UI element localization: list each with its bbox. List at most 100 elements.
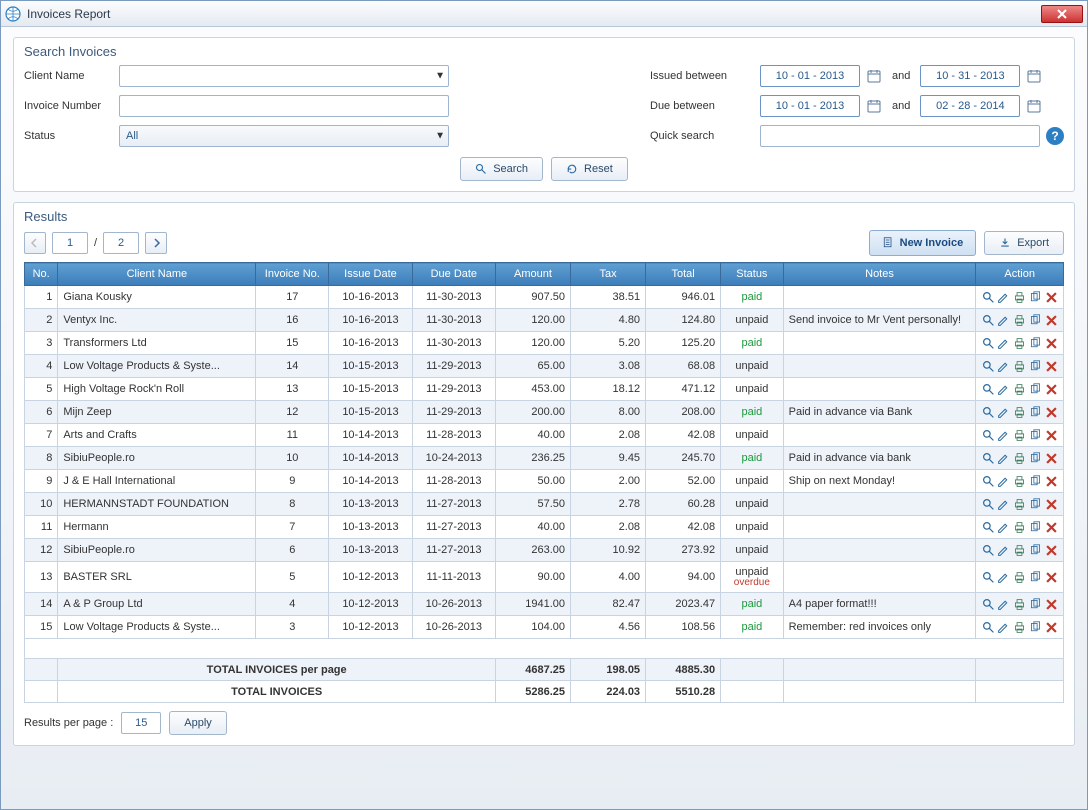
delete-icon[interactable] (1044, 405, 1058, 419)
edit-icon[interactable] (997, 428, 1011, 442)
edit-icon[interactable] (997, 451, 1011, 465)
edit-icon[interactable] (997, 336, 1011, 350)
copy-icon[interactable] (1029, 382, 1043, 396)
print-icon[interactable] (1013, 474, 1027, 488)
print-icon[interactable] (1013, 336, 1027, 350)
calendar-icon[interactable] (866, 98, 882, 114)
print-icon[interactable] (1013, 620, 1027, 634)
print-icon[interactable] (1013, 290, 1027, 304)
table-row[interactable]: 13 BASTER SRL 5 10-12-2013 11-11-2013 90… (25, 562, 1064, 593)
view-icon[interactable] (981, 451, 995, 465)
delete-icon[interactable] (1044, 520, 1058, 534)
table-row[interactable]: 12 SibiuPeople.ro 6 10-13-2013 11-27-201… (25, 539, 1064, 562)
table-row[interactable]: 2 Ventyx Inc. 16 10-16-2013 11-30-2013 1… (25, 309, 1064, 332)
copy-icon[interactable] (1029, 336, 1043, 350)
delete-icon[interactable] (1044, 570, 1058, 584)
table-row[interactable]: 8 SibiuPeople.ro 10 10-14-2013 10-24-201… (25, 447, 1064, 470)
print-icon[interactable] (1013, 570, 1027, 584)
delete-icon[interactable] (1044, 290, 1058, 304)
table-row[interactable]: 7 Arts and Crafts 11 10-14-2013 11-28-20… (25, 424, 1064, 447)
calendar-icon[interactable] (1026, 68, 1042, 84)
table-row[interactable]: 11 Hermann 7 10-13-2013 11-27-2013 40.00… (25, 516, 1064, 539)
view-icon[interactable] (981, 313, 995, 327)
copy-icon[interactable] (1029, 428, 1043, 442)
col-status[interactable]: Status (721, 263, 784, 286)
copy-icon[interactable] (1029, 497, 1043, 511)
copy-icon[interactable] (1029, 570, 1043, 584)
copy-icon[interactable] (1029, 543, 1043, 557)
edit-icon[interactable] (997, 359, 1011, 373)
view-icon[interactable] (981, 620, 995, 634)
edit-icon[interactable] (997, 313, 1011, 327)
view-icon[interactable] (981, 520, 995, 534)
client-name-combo[interactable]: ▼ (119, 65, 449, 87)
delete-icon[interactable] (1044, 597, 1058, 611)
view-icon[interactable] (981, 405, 995, 419)
col-issue[interactable]: Issue Date (329, 263, 412, 286)
edit-icon[interactable] (997, 405, 1011, 419)
quick-search-input[interactable] (760, 125, 1040, 147)
apply-button[interactable]: Apply (169, 711, 227, 735)
copy-icon[interactable] (1029, 359, 1043, 373)
delete-icon[interactable] (1044, 497, 1058, 511)
table-row[interactable]: 1 Giana Kousky 17 10-16-2013 11-30-2013 … (25, 286, 1064, 309)
delete-icon[interactable] (1044, 359, 1058, 373)
view-icon[interactable] (981, 497, 995, 511)
view-icon[interactable] (981, 474, 995, 488)
delete-icon[interactable] (1044, 451, 1058, 465)
col-due[interactable]: Due Date (412, 263, 495, 286)
col-invoice[interactable]: Invoice No. (256, 263, 329, 286)
table-row[interactable]: 4 Low Voltage Products & Syste... 14 10-… (25, 355, 1064, 378)
new-invoice-button[interactable]: New Invoice (869, 230, 977, 256)
delete-icon[interactable] (1044, 428, 1058, 442)
issued-from-input[interactable] (760, 65, 860, 87)
col-notes[interactable]: Notes (783, 263, 976, 286)
view-icon[interactable] (981, 336, 995, 350)
due-from-input[interactable] (760, 95, 860, 117)
print-icon[interactable] (1013, 543, 1027, 557)
calendar-icon[interactable] (1026, 98, 1042, 114)
print-icon[interactable] (1013, 359, 1027, 373)
print-icon[interactable] (1013, 313, 1027, 327)
table-row[interactable]: 3 Transformers Ltd 15 10-16-2013 11-30-2… (25, 332, 1064, 355)
view-icon[interactable] (981, 290, 995, 304)
edit-icon[interactable] (997, 520, 1011, 534)
edit-icon[interactable] (997, 543, 1011, 557)
table-row[interactable]: 15 Low Voltage Products & Syste... 3 10-… (25, 616, 1064, 639)
col-no[interactable]: No. (25, 263, 58, 286)
col-action[interactable]: Action (976, 263, 1064, 286)
col-total[interactable]: Total (646, 263, 721, 286)
col-tax[interactable]: Tax (571, 263, 646, 286)
results-per-page-input[interactable] (121, 712, 161, 734)
delete-icon[interactable] (1044, 620, 1058, 634)
delete-icon[interactable] (1044, 336, 1058, 350)
copy-icon[interactable] (1029, 451, 1043, 465)
table-row[interactable]: 14 A & P Group Ltd 4 10-12-2013 10-26-20… (25, 593, 1064, 616)
print-icon[interactable] (1013, 520, 1027, 534)
reset-button[interactable]: Reset (551, 157, 628, 181)
next-page-button[interactable] (145, 232, 167, 254)
delete-icon[interactable] (1044, 382, 1058, 396)
edit-icon[interactable] (997, 382, 1011, 396)
search-button[interactable]: Search (460, 157, 543, 181)
view-icon[interactable] (981, 382, 995, 396)
status-select-value[interactable] (119, 125, 449, 147)
col-amount[interactable]: Amount (496, 263, 571, 286)
print-icon[interactable] (1013, 382, 1027, 396)
table-row[interactable]: 6 Mijn Zeep 12 10-15-2013 11-29-2013 200… (25, 401, 1064, 424)
table-row[interactable]: 5 High Voltage Rock'n Roll 13 10-15-2013… (25, 378, 1064, 401)
view-icon[interactable] (981, 570, 995, 584)
view-icon[interactable] (981, 359, 995, 373)
due-to-input[interactable] (920, 95, 1020, 117)
current-page-input[interactable] (52, 232, 88, 254)
copy-icon[interactable] (1029, 313, 1043, 327)
edit-icon[interactable] (997, 620, 1011, 634)
calendar-icon[interactable] (866, 68, 882, 84)
edit-icon[interactable] (997, 570, 1011, 584)
status-select[interactable]: ▼ (119, 125, 449, 147)
copy-icon[interactable] (1029, 620, 1043, 634)
col-client[interactable]: Client Name (58, 263, 256, 286)
invoice-number-input[interactable] (119, 95, 449, 117)
print-icon[interactable] (1013, 428, 1027, 442)
edit-icon[interactable] (997, 290, 1011, 304)
